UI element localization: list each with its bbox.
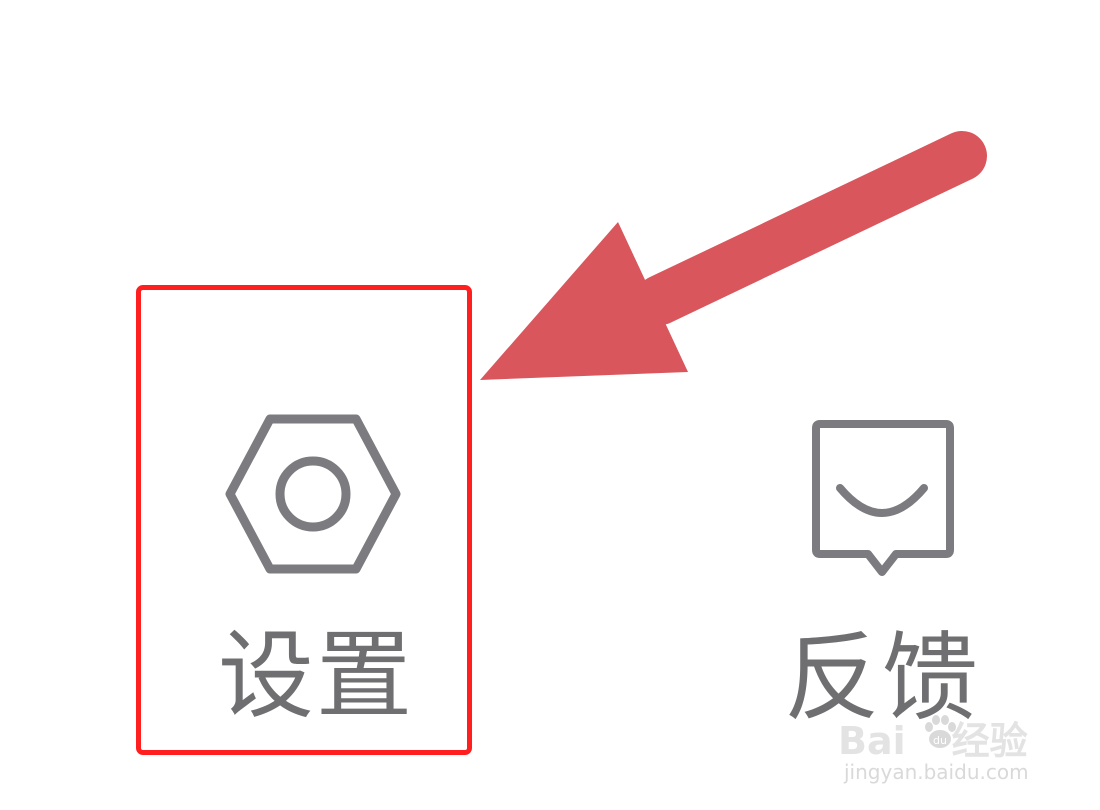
menu-item-settings[interactable]: 设置	[140, 288, 466, 748]
watermark-brand-prefix: Bai	[838, 719, 906, 763]
watermark-brand-suffix: 经验	[951, 719, 1028, 763]
watermark: Bai 经验 du jingyan.baidu.com	[838, 710, 1078, 800]
svg-text:du: du	[933, 734, 947, 747]
feedback-icon	[812, 420, 954, 576]
settings-icon	[225, 414, 401, 574]
menu-item-feedback[interactable]: 反馈	[760, 400, 1000, 750]
watermark-site: jingyan.baidu.com	[844, 760, 1029, 784]
screenshot-stage: 设置 反馈 Bai 经验 du jingyan.baidu.com	[0, 0, 1100, 810]
paw-icon: du	[925, 715, 956, 748]
menu-item-label-settings: 设置	[218, 620, 414, 732]
